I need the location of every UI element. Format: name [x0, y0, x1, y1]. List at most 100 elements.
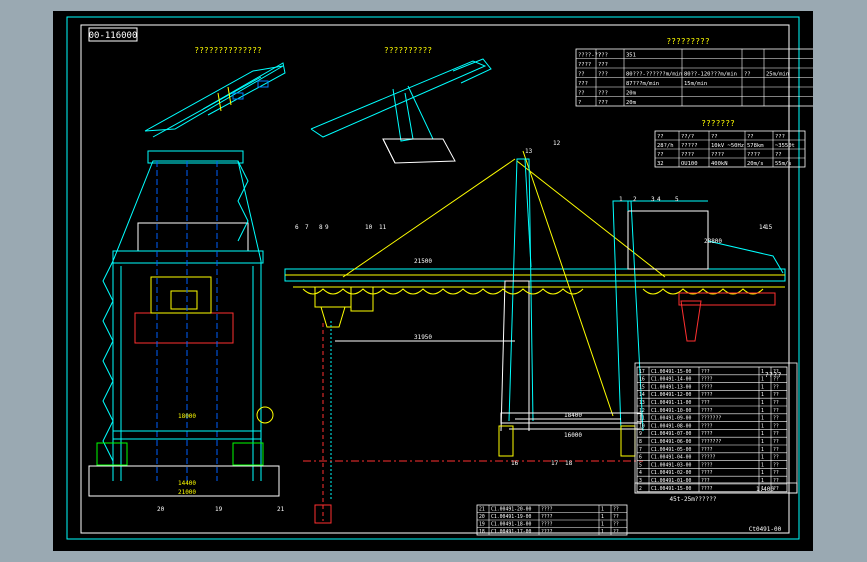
parts-cell: C1.00491-07-00 [651, 431, 692, 437]
parts-cell: 9 [639, 431, 642, 437]
parts-cell: 1 [761, 392, 764, 398]
iso-trolley-sketch [144, 62, 286, 138]
parts-cell: ???? [701, 408, 713, 414]
param-cell: 20m [626, 100, 637, 106]
parts-cell: 1 [761, 369, 764, 375]
perf-cell: 400kN [711, 161, 728, 167]
perf-cell: 20m/s [747, 161, 764, 167]
perf-table: ?? ??/????? ???28?/h????? 10kV ~50Hz 578km ~3… [654, 130, 806, 168]
perf-cell: ????? [681, 143, 698, 149]
parts-cell: 1 [761, 447, 764, 453]
drawing-canvas: 00-116000 ?????????????? ?????????? ????… [53, 11, 813, 551]
perf-cell: 32 [657, 161, 664, 167]
end-dim-1: 18000 [178, 413, 196, 420]
iso-view-title: ?????????? [384, 46, 432, 55]
perf-cell: ???? [681, 152, 694, 158]
part-label: 9 [325, 224, 329, 231]
parts-cell: ???? [701, 486, 713, 492]
parts-cell: 1 [761, 462, 764, 468]
parts-cell: 1 [761, 416, 764, 422]
part-label: 21 [277, 506, 285, 513]
parts-cell: 2 [639, 486, 642, 492]
param-cell: ?? [744, 72, 751, 78]
parts-cell: 4 [639, 470, 642, 476]
lower-cell: ???? [541, 507, 553, 513]
parts-cell: 14 [639, 392, 645, 398]
lower-cell: ???? [541, 514, 553, 520]
perf-cell: 10kV ~50Hz [711, 143, 744, 149]
parts-cell: 1 [761, 377, 764, 383]
parts-cell: C1.00491-06-00 [651, 439, 692, 445]
main-dim-4: 21500 [414, 258, 432, 265]
title-block-scale: 1:400 [756, 486, 774, 493]
lower-cell: 18 [479, 529, 485, 535]
param-cell: ??? [598, 100, 608, 106]
code-stamp: 00-116000 [89, 31, 138, 41]
part-label: 11 [379, 224, 387, 231]
parts-cell: ???? [701, 423, 713, 429]
part-label: 6 [295, 224, 299, 231]
parts-cell: 15 [639, 384, 645, 390]
cad-drawing: 00-116000 ?????????????? ?????????? ????… [66, 16, 813, 540]
param-cell: ??? [598, 53, 608, 59]
parts-cell: ??? [701, 400, 710, 406]
param-cell: ??? [598, 62, 608, 68]
lower-cell: 21 [479, 507, 485, 513]
parts-cell: C1.00491-03-00 [651, 462, 692, 468]
parts-cell: 1 [761, 455, 764, 461]
param-cell: 87???m/min [626, 81, 659, 87]
part-label: 4 [657, 196, 661, 203]
parts-cell: C1.00491-14-00 [651, 377, 692, 383]
parts-cell: 6 [639, 455, 642, 461]
parts-cell: ?? [773, 392, 779, 398]
lower-cell: ???? [541, 529, 553, 535]
part-label: 1 [619, 196, 623, 203]
part-label: 16 [511, 460, 519, 467]
parts-cell: ???? [701, 447, 713, 453]
parts-cell: ???? [701, 384, 713, 390]
parts-cell: 1 [761, 400, 764, 406]
parts-cell: C1.00491-12-00 [651, 392, 692, 398]
perf-cell: OU100 [681, 161, 698, 167]
parts-cell: C1.00491-05-00 [651, 447, 692, 453]
param-table-title: ????????? [666, 37, 710, 46]
lower-cell: C1.00491-18-00 [491, 522, 532, 528]
part-label: 15 [765, 224, 773, 231]
title-block-name: 45t-25m?????? [670, 496, 717, 503]
lower-cell: ?? [613, 522, 619, 528]
perf-cell: ?? [775, 152, 782, 158]
part-label: 10 [365, 224, 373, 231]
param-cell: ?? [578, 91, 585, 97]
parts-cell: 11 [639, 416, 645, 422]
param-cell: 20m [626, 91, 637, 97]
lower-cell: C1.00491-17-00 [491, 529, 532, 535]
parts-cell: 1 [761, 423, 764, 429]
lower-cell: C1.00491-19-00 [491, 514, 532, 520]
perf-cell: ~3550t [775, 143, 795, 149]
lower-cell: 1 [601, 507, 604, 513]
param-table: ????-????? 351???????????? 80???-??????m/m… [575, 48, 813, 107]
parts-cell: C1.00491-10-00 [651, 408, 692, 414]
parts-cell: ?? [773, 423, 779, 429]
parts-cell: ?? [773, 384, 779, 390]
perf-cell: 578km [747, 143, 764, 149]
param-cell: ??? [598, 72, 608, 78]
parts-cell: ?? [773, 462, 779, 468]
param-cell: ??? [578, 81, 588, 87]
parts-cell: ???? [701, 470, 713, 476]
param-cell: 80???-??????m/min [626, 72, 682, 78]
perf-cell: ???? [711, 152, 724, 158]
viewer-background: 00-116000 ?????????????? ?????????? ????… [0, 0, 867, 562]
lower-cell: 19 [479, 522, 485, 528]
part-label: 3 [651, 196, 655, 203]
title-block-header: ???? [765, 371, 782, 379]
parts-cell: 1 [761, 384, 764, 390]
lower-cell: 1 [601, 522, 604, 528]
parts-cell: 7 [639, 447, 642, 453]
parts-cell: ?? [773, 439, 779, 445]
parts-cell: C1.00491-04-00 [651, 455, 692, 461]
lower-cell: ?? [613, 514, 619, 520]
parts-cell: ??????? [701, 416, 721, 422]
parts-cell: 12 [639, 408, 645, 414]
param-cell: ???? [578, 62, 591, 68]
